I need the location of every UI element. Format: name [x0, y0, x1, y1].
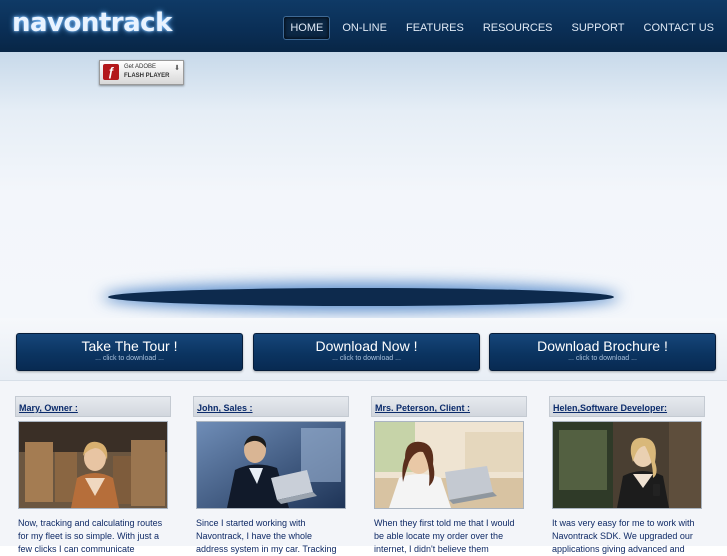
nav-resources[interactable]: RESOURCES [476, 16, 560, 40]
testimonial-name-link[interactable]: John, Sales : [197, 403, 253, 413]
testimonial-photo-woman-with-phone [552, 421, 702, 509]
nav-features[interactable]: FEATURES [399, 16, 471, 40]
testimonial-name-link[interactable]: Mary, Owner : [19, 403, 78, 413]
navontrack-logo[interactable]: navontrack [12, 8, 172, 38]
hero-glow-bar [108, 288, 614, 306]
testimonial-card: Mary, Owner : Now, tracking and calculat… [15, 396, 171, 556]
testimonial-card: John, Sales : Since I started working wi… [193, 396, 349, 556]
testimonial-name-link[interactable]: Mrs. Peterson, Client : [375, 403, 470, 413]
testimonial-header: Mary, Owner : [15, 396, 171, 417]
testimonial-card: Mrs. Peterson, Client : When they first … [371, 396, 527, 556]
hero-flash-area: ƒ Get ADOBE FLASH PLAYER ⬇ [0, 52, 727, 318]
testimonial-name-link[interactable]: Helen,Software Developer: [553, 403, 667, 413]
flash-badge-player-text: FLASH PLAYER [124, 73, 170, 79]
testimonial-photo-man-with-laptop [196, 421, 346, 509]
nav-home[interactable]: HOME [283, 16, 331, 40]
testimonial-header: John, Sales : [193, 396, 349, 417]
get-flash-player-badge[interactable]: ƒ Get ADOBE FLASH PLAYER ⬇ [99, 60, 184, 85]
cta-title: Take The Tour ! [81, 338, 178, 354]
download-arrow-icon: ⬇ [174, 65, 180, 72]
cta-subtitle: ... click to download ... [568, 355, 637, 362]
testimonials-section: Mary, Owner : Now, tracking and calculat… [0, 380, 727, 554]
cta-title: Download Now ! [315, 338, 418, 354]
testimonial-text: Since I started working with Navontrack,… [196, 518, 337, 554]
nav-contact-us[interactable]: CONTACT US [637, 16, 722, 40]
download-now-button[interactable]: Download Now ! ... click to download ... [253, 333, 480, 371]
nav-support[interactable]: SUPPORT [565, 16, 632, 40]
cta-subtitle: ... click to download ... [332, 355, 401, 362]
nav-on-line[interactable]: ON-LINE [335, 16, 394, 40]
testimonial-text: It was very easy for me to work with Nav… [552, 518, 695, 554]
flash-player-icon: ƒ [103, 64, 119, 80]
testimonial-text: When they first told me that I would be … [374, 518, 515, 554]
testimonial-text: Now, tracking and calculating routes for… [18, 518, 163, 554]
testimonial-header: Helen,Software Developer: [549, 396, 705, 417]
testimonial-photo-businesswoman-warehouse [18, 421, 168, 509]
testimonial-header: Mrs. Peterson, Client : [371, 396, 527, 417]
cta-band: Take The Tour ! ... click to download ..… [0, 318, 727, 380]
top-navigation-bar: navontrack HOME ON-LINE FEATURES RESOURC… [0, 0, 727, 53]
main-nav: HOME ON-LINE FEATURES RESOURCES SUPPORT … [278, 16, 721, 40]
cta-subtitle: ... click to download ... [95, 355, 164, 362]
cta-title: Download Brochure ! [537, 338, 668, 354]
testimonial-photo-woman-on-sofa-laptop [374, 421, 524, 509]
flash-badge-get-text: Get ADOBE [124, 64, 157, 70]
download-brochure-button[interactable]: Download Brochure ! ... click to downloa… [489, 333, 716, 371]
take-tour-button[interactable]: Take The Tour ! ... click to download ..… [16, 333, 243, 371]
testimonial-card: Helen,Software Developer: It was very ea… [549, 396, 705, 556]
